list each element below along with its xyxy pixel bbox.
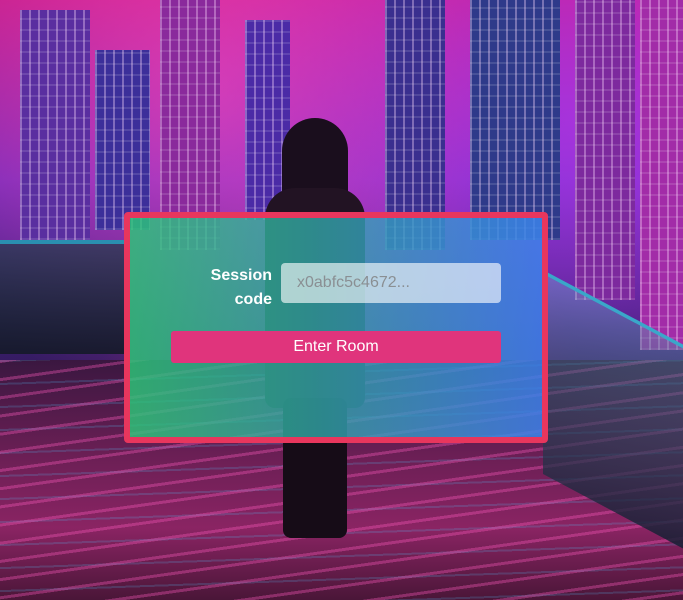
building: [20, 10, 90, 240]
session-code-input[interactable]: [281, 263, 501, 303]
join-room-panel: Session code Enter Room: [124, 212, 548, 443]
building: [470, 0, 560, 240]
railing: [0, 240, 130, 354]
background-cityscape: Session code Enter Room: [0, 0, 683, 600]
enter-room-button[interactable]: Enter Room: [171, 331, 501, 363]
building: [95, 50, 150, 230]
building: [575, 0, 635, 300]
building: [640, 0, 683, 350]
session-code-label: Session code: [210, 267, 272, 308]
